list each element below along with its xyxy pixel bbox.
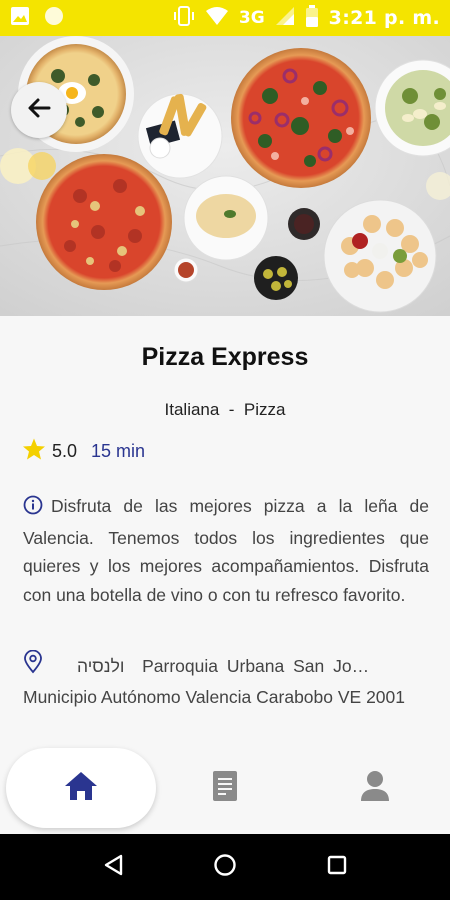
restaurant-meta: 5.0 15 min bbox=[22, 437, 145, 466]
status-bar: 3G 3:21 p. m. bbox=[0, 0, 450, 36]
square-recents-icon bbox=[326, 854, 348, 881]
wifi-icon bbox=[205, 6, 229, 31]
system-home-button[interactable] bbox=[210, 852, 240, 882]
nav-orders[interactable] bbox=[150, 748, 300, 828]
pizza-table-photo bbox=[0, 36, 450, 316]
system-back-button[interactable] bbox=[98, 852, 128, 882]
circle-icon bbox=[44, 6, 64, 31]
nav-profile[interactable] bbox=[300, 748, 450, 828]
restaurant-details: Pizza Express Italiana - Pizza 5.0 15 mi… bbox=[0, 316, 450, 740]
vibrate-icon bbox=[173, 5, 195, 32]
rating-value: 5.0 bbox=[52, 441, 78, 461]
delivery-time: 15 min bbox=[91, 441, 146, 461]
receipt-icon bbox=[212, 770, 238, 807]
restaurant-categories: Italiana - Pizza bbox=[164, 400, 286, 419]
restaurant-address: ולנסיה Parroquia Urbana San Jo… Municipi… bbox=[23, 649, 429, 711]
back-button[interactable] bbox=[11, 82, 67, 138]
arrow-left-icon bbox=[25, 94, 53, 127]
person-icon bbox=[360, 770, 390, 807]
home-icon bbox=[64, 770, 98, 807]
clock: 3:21 p. m. bbox=[328, 7, 440, 29]
location-pin-icon bbox=[23, 649, 43, 683]
circle-home-icon bbox=[213, 853, 237, 882]
address-line-1: ולנסיה Parroquia Urbana San Jo… bbox=[77, 656, 370, 676]
star-icon bbox=[22, 437, 46, 466]
image-icon bbox=[10, 6, 30, 31]
battery-icon bbox=[305, 4, 319, 32]
nav-home[interactable] bbox=[6, 748, 156, 828]
restaurant-description: Disfruta de las mejores pizza a la leña … bbox=[23, 492, 429, 609]
network-type: 3G bbox=[238, 8, 265, 28]
hero-image bbox=[0, 36, 450, 316]
restaurant-name: Pizza Express bbox=[141, 343, 309, 371]
bottom-navigation bbox=[0, 740, 450, 834]
info-icon bbox=[23, 495, 43, 524]
address-line-2: Municipio Autónomo Valencia Carabobo VE … bbox=[23, 686, 406, 707]
triangle-back-icon bbox=[102, 853, 124, 882]
system-navigation-bar bbox=[0, 834, 450, 900]
system-recents-button[interactable] bbox=[322, 852, 352, 882]
signal-icon bbox=[275, 6, 295, 31]
description-text: Disfruta de las mejores pizza a la leña … bbox=[23, 496, 429, 605]
